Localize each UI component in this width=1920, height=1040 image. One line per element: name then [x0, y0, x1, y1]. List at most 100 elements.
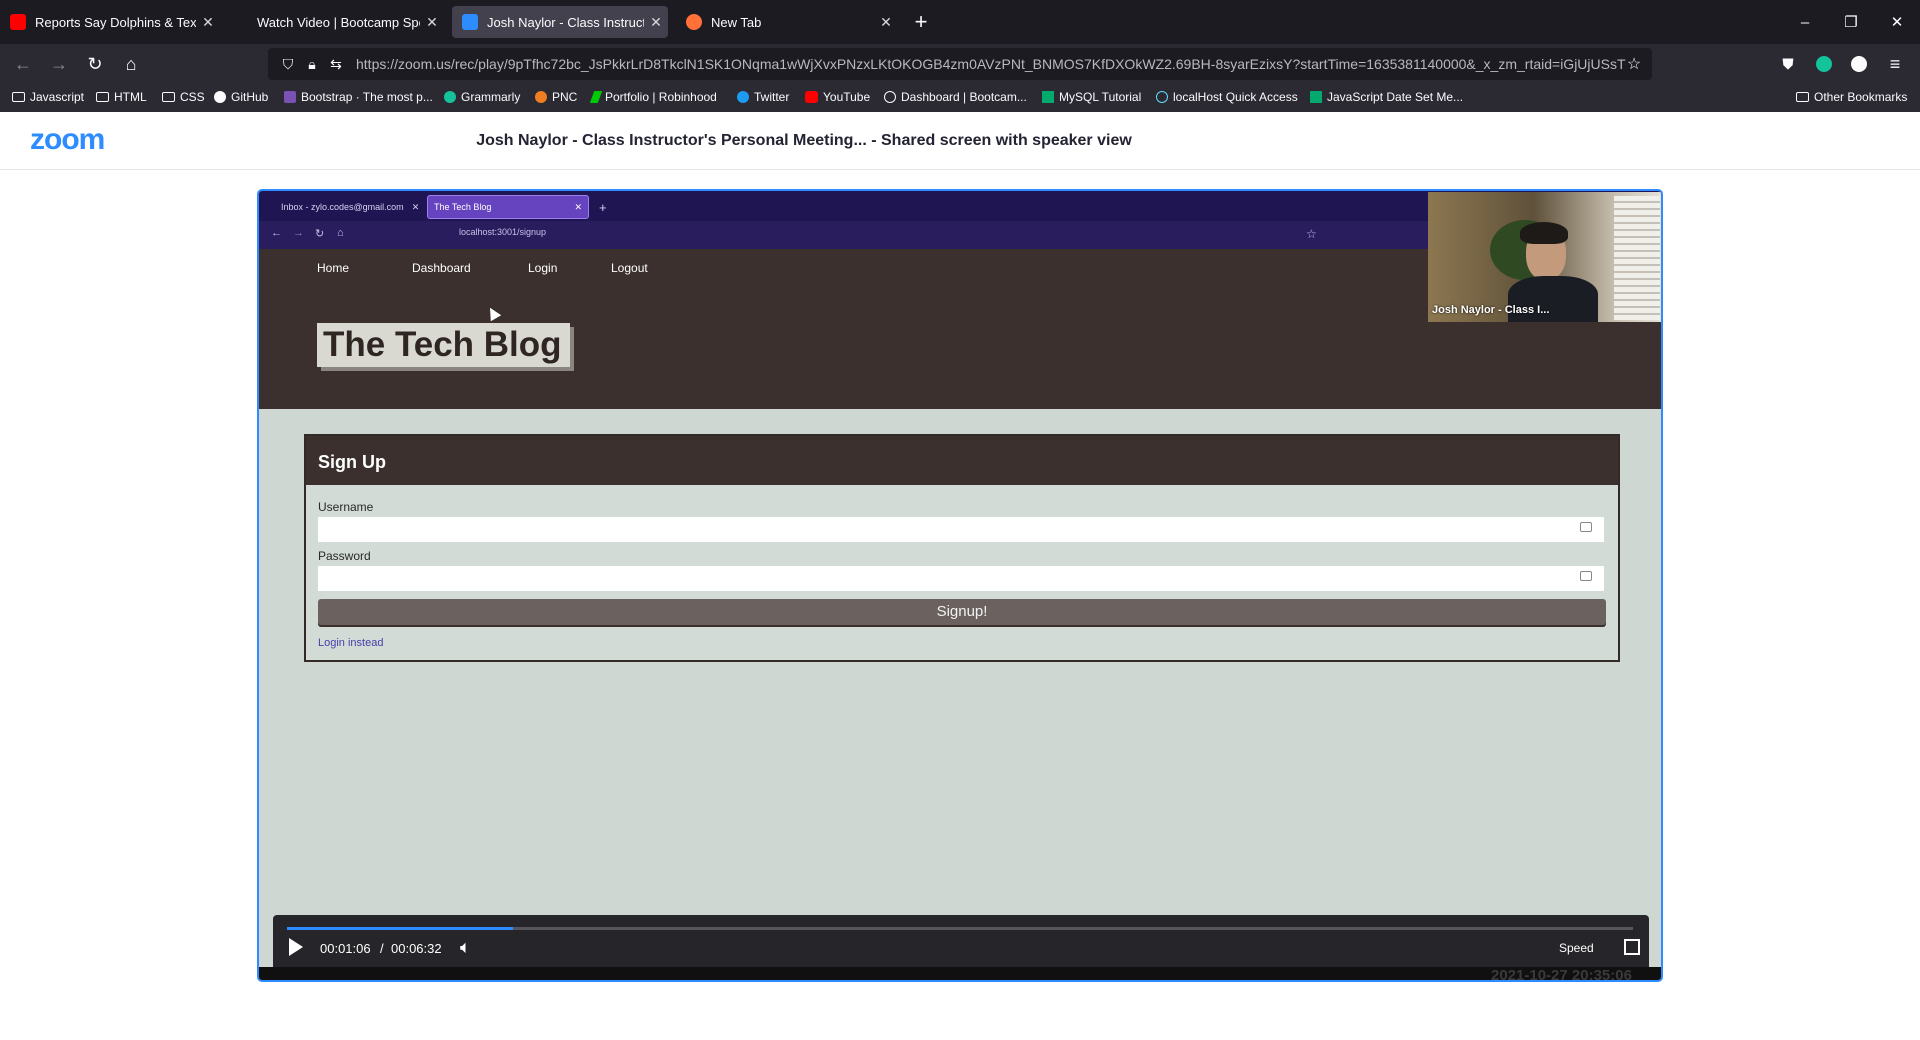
forward-icon: →	[293, 227, 304, 239]
bookmarks-bar: Javascript HTML CSS GitHub Bootstrap · T…	[0, 84, 1920, 112]
window-blinds	[1614, 196, 1660, 320]
back-icon: ←	[271, 227, 282, 239]
close-icon[interactable]: ✕	[420, 14, 444, 31]
bookmark-javascript-date[interactable]: JavaScript Date Set Me...	[1310, 90, 1463, 104]
shared-tab-inbox: Inbox - zylo.codes@gmail.com ✕	[281, 201, 420, 213]
bookmark-github[interactable]: GitHub	[214, 90, 268, 104]
shared-tab-tech-blog: The Tech Blog ✕	[427, 195, 589, 219]
firefox-icon	[686, 14, 702, 30]
progress-bar[interactable]	[287, 927, 1633, 930]
minimize-button[interactable]: –	[1782, 0, 1828, 44]
nav-logout: Logout	[611, 261, 648, 275]
shared-taskbar: 2021-10-27 20:35:06	[259, 967, 1661, 980]
speaker-name: Josh Naylor - Class I...	[1432, 304, 1550, 316]
time-separator: /	[380, 941, 384, 956]
twitter-icon	[737, 91, 749, 103]
youtube-icon	[805, 91, 818, 103]
play-icon[interactable]	[289, 938, 303, 956]
bookmark-bootstrap[interactable]: Bootstrap · The most p...	[284, 90, 433, 104]
bootstrap-icon	[284, 91, 296, 103]
bookmark-twitter[interactable]: Twitter	[737, 90, 789, 104]
bookmark-pnc[interactable]: PNC	[535, 90, 577, 104]
bookmark-dashboard[interactable]: Dashboard | Bootcam...	[884, 90, 1027, 104]
signup-button: Signup!	[318, 599, 1606, 625]
url-text: https://zoom.us/rec/play/9pTfhc72bc_JsPk…	[356, 56, 1626, 72]
w3schools-icon	[1310, 91, 1322, 103]
fullscreen-icon[interactable]	[1624, 939, 1640, 955]
speed-button[interactable]: Speed	[1559, 941, 1594, 955]
browser-tab-active[interactable]: Josh Naylor - Class Instructor's F ✕	[452, 6, 668, 38]
shared-url: localhost:3001/signup	[459, 227, 547, 237]
progress-fill	[287, 927, 514, 930]
account-icon[interactable]	[1845, 50, 1873, 78]
home-icon[interactable]: ⌂	[117, 50, 145, 78]
reload-icon[interactable]: ↻	[81, 50, 109, 78]
folder-icon	[1796, 92, 1809, 102]
current-time: 00:01:06	[320, 941, 371, 956]
globe-icon	[884, 91, 896, 103]
bookmark-star-icon[interactable]: ☆	[1620, 50, 1648, 78]
browser-tab[interactable]: New Tab ✕	[676, 0, 898, 44]
close-icon[interactable]: ✕	[874, 14, 898, 31]
username-label: Username	[318, 500, 374, 514]
folder-icon	[12, 92, 25, 102]
close-icon[interactable]: ✕	[196, 14, 220, 31]
menu-icon[interactable]: ≡	[1881, 50, 1909, 78]
bootcamp-icon	[232, 14, 248, 30]
tab-title: Watch Video | Bootcamp Spot	[257, 14, 420, 30]
browser-nav-bar: ← → ↻ ⌂ ⛉ 🔒︎ ⇆ https://zoom.us/rec/play/…	[0, 44, 1920, 84]
plus-icon: +	[599, 199, 607, 215]
login-instead-link: Login instead	[318, 637, 384, 649]
bookmark-robinhood[interactable]: Portfolio | Robinhood	[589, 90, 717, 104]
browser-tab-bar: Reports Say Dolphins & Texans ✕ Watch Vi…	[0, 0, 1920, 44]
bookmark-mysql[interactable]: MySQL Tutorial	[1042, 90, 1141, 104]
video-player[interactable]: Inbox - zylo.codes@gmail.com ✕ The Tech B…	[257, 189, 1663, 982]
password-field	[318, 566, 1604, 591]
bookmark-youtube[interactable]: YouTube	[805, 90, 870, 104]
tab-title: Josh Naylor - Class Instructor's F	[487, 14, 644, 30]
close-icon: ✕	[411, 201, 420, 212]
zoom-icon	[462, 14, 478, 30]
speaker-hair	[1520, 222, 1568, 244]
react-icon	[1156, 91, 1168, 103]
restore-button[interactable]: ❐	[1828, 0, 1874, 44]
other-bookmarks[interactable]: Other Bookmarks	[1796, 90, 1907, 104]
blog-title: The Tech Blog	[317, 323, 570, 367]
address-bar[interactable]: ⛉ 🔒︎ ⇆ https://zoom.us/rec/play/9pTfhc72…	[268, 48, 1652, 80]
bookmark-localhost[interactable]: localHost Quick Access	[1156, 90, 1298, 104]
username-field	[318, 517, 1604, 542]
pnc-icon	[535, 91, 547, 103]
tab-title: New Tab	[711, 14, 762, 30]
new-tab-button[interactable]: +	[898, 0, 944, 44]
pocket-icon[interactable]: ⛊	[1774, 50, 1802, 78]
folder-icon	[96, 92, 109, 102]
player-controls: 00:01:06 / 00:06:32 🔈︎ Speed	[273, 915, 1649, 967]
github-icon	[214, 91, 226, 103]
bookmark-folder-html[interactable]: HTML	[96, 90, 147, 104]
tab-title: Reports Say Dolphins & Texans	[35, 14, 196, 30]
browser-tab[interactable]: Watch Video | Bootcamp Spot ✕	[222, 0, 444, 44]
bookmark-folder-css[interactable]: CSS	[162, 90, 205, 104]
bookmark-star-icon: ☆	[1306, 227, 1317, 241]
autofill-icon	[1580, 522, 1592, 532]
close-window-button[interactable]: ✕	[1874, 0, 1920, 44]
forward-icon[interactable]: →	[45, 50, 73, 78]
meeting-title: Josh Naylor - Class Instructor's Persona…	[476, 132, 1132, 149]
browser-tab[interactable]: Reports Say Dolphins & Texans ✕	[0, 0, 220, 44]
bookmark-grammarly[interactable]: Grammarly	[444, 90, 520, 104]
robinhood-icon	[589, 91, 603, 103]
nav-login: Login	[528, 261, 558, 275]
grammarly-extension-icon[interactable]	[1810, 50, 1838, 78]
permissions-icon[interactable]: ⇆	[322, 50, 350, 78]
back-icon[interactable]: ←	[9, 50, 37, 78]
card-title: Sign Up	[306, 436, 1618, 485]
close-icon[interactable]: ✕	[644, 14, 668, 31]
password-label: Password	[318, 549, 371, 563]
zoom-header: zoom Josh Naylor - Class Instructor's Pe…	[0, 112, 1920, 170]
folder-icon	[162, 92, 175, 102]
volume-icon[interactable]: 🔈︎	[460, 937, 484, 959]
autofill-icon	[1580, 571, 1592, 581]
bookmark-folder-javascript[interactable]: Javascript	[12, 90, 84, 104]
reload-icon: ↻	[315, 228, 325, 240]
speaker-video-thumbnail: Josh Naylor - Class I...	[1428, 192, 1661, 322]
